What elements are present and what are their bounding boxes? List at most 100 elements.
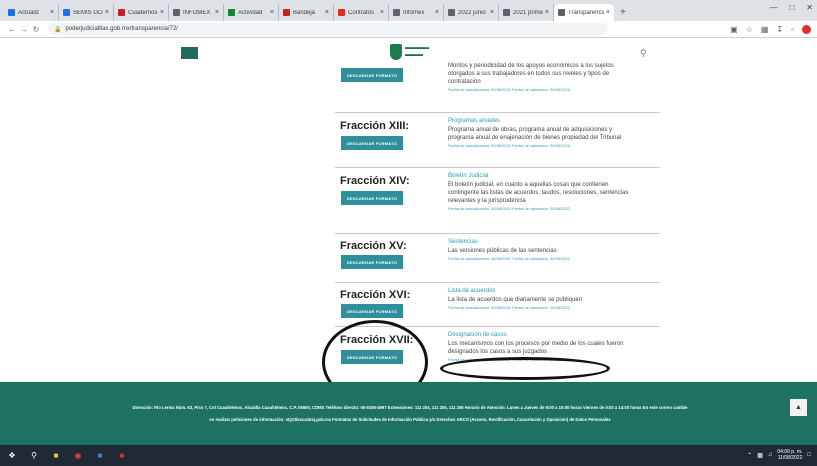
url-input[interactable]: 🔒 poderjudicialtlax.gob.mx/transparencia…: [48, 23, 608, 35]
network-icon[interactable]: ▩: [757, 452, 763, 459]
app-icon[interactable]: ■: [116, 450, 128, 462]
system-tray: ⌃ ▩ ♫ 04:00 p. m. 11/08/2022 □: [747, 449, 811, 461]
maximize-icon[interactable]: □: [789, 3, 794, 12]
tab-close-icon[interactable]: ×: [325, 9, 329, 16]
fraction-body-line: Los mecanismos con los procesos por medi…: [448, 341, 624, 347]
fraction-description: Sentencias Las versiones públicas de las …: [448, 238, 658, 263]
tab-label: Bandeja: [293, 9, 316, 16]
tab-favicon-icon: [393, 9, 400, 16]
address-bar: ← → ↻ 🔒 poderjudicialtlax.gob.mx/transpa…: [0, 21, 817, 38]
footer-address-line: Dirección: Rio Lerma Núm. 63, Piso 7, Co…: [132, 405, 688, 410]
browser-tab[interactable]: INFOMEX ×: [169, 4, 224, 21]
tab-favicon-icon: [173, 9, 180, 16]
tab-close-icon[interactable]: ×: [215, 9, 219, 16]
fraction-body-line: otorgados a sus trabajadores en todos su…: [448, 71, 610, 77]
browser-tab[interactable]: Contratos ×: [334, 4, 389, 21]
tab-favicon-icon: [283, 9, 290, 16]
new-tab-button[interactable]: +: [614, 4, 632, 21]
browser-tab-strip: Actualiz × SEMIS GO × Cuadernos × INFOMEX × Acti…: [0, 0, 817, 21]
download-format-button[interactable]: DESCARGAR FORMATO: [341, 304, 403, 318]
word-icon[interactable]: ■: [94, 450, 106, 462]
notifications-icon[interactable]: □: [807, 452, 811, 458]
tab-favicon-icon: [448, 9, 455, 16]
volume-icon[interactable]: ♫: [768, 452, 773, 458]
download-icon[interactable]: ↧: [776, 25, 783, 34]
tab-label: 2022 junio: [458, 9, 486, 16]
fraction-body-line: programa anual de enajenación de bienes …: [448, 135, 622, 141]
fraction-body-line: El boletín judicial, en cuanto a aquella…: [448, 182, 609, 188]
browser-tab[interactable]: Cuadernos ×: [114, 4, 169, 21]
fraction-description: Lista de acuerdos La lista de acuerdos qu…: [448, 287, 658, 312]
tab-close-icon[interactable]: ×: [380, 9, 384, 16]
tab-close-icon[interactable]: ×: [160, 9, 164, 16]
browser-tab[interactable]: Infomex ×: [389, 4, 444, 21]
fraction-body-line: Las versiones públicas de las sentencias: [448, 248, 557, 254]
fraction-link-title[interactable]: Boletín Judicial: [448, 172, 658, 181]
taskbar-clock[interactable]: 04:00 p. m. 11/08/2022: [777, 449, 802, 461]
star-icon[interactable]: ☆: [746, 25, 753, 34]
fraction-body-line: designados los casos a sus juzgados: [448, 349, 548, 355]
back-icon[interactable]: ←: [6, 25, 18, 34]
tab-close-icon[interactable]: ×: [50, 9, 54, 16]
download-format-button[interactable]: DESCARGAR FORMATO: [341, 191, 403, 205]
browser-tab[interactable]: Transparencia ×: [554, 4, 614, 21]
search-taskbar-icon[interactable]: ⚲: [28, 450, 40, 462]
reload-icon[interactable]: ↻: [30, 25, 42, 34]
tab-close-icon[interactable]: ×: [490, 9, 494, 16]
browser-tab[interactable]: Bandeja ×: [279, 4, 334, 21]
window-controls: — □ ✕: [769, 3, 813, 12]
browser-tab[interactable]: Actualiz ×: [4, 4, 59, 21]
chevron-up-tray-icon[interactable]: ⌃: [747, 452, 752, 459]
fraction-update-dates: Fecha de actualización: 30/06/2022 Fecha…: [448, 256, 571, 261]
url-text: poderjudicialtlax.gob.mx/transparencia/7…: [65, 26, 178, 32]
browser-tab[interactable]: SEMIS GO ×: [59, 4, 114, 21]
search-icon[interactable]: ⚲: [640, 48, 647, 59]
forward-icon[interactable]: →: [18, 25, 30, 34]
os-taskbar: ❖ ⚲ ■ ◉ ■ ■ ⌃ ▩ ♫ 04:00 p. m. 11/08/2022…: [0, 445, 817, 466]
chrome-icon[interactable]: ◉: [72, 450, 84, 462]
fraction-body-line: La lista de acuerdos que diariamente se …: [448, 297, 583, 303]
tab-close-icon[interactable]: ×: [606, 9, 610, 16]
fraction-row: Fracción XV: DESCARGAR FORMATO Sentencias L…: [335, 233, 660, 282]
sidepanel-icon[interactable]: ▫: [791, 25, 794, 34]
browser-tab[interactable]: 2021 primer ×: [499, 4, 554, 21]
puzzle-icon[interactable]: ▦: [761, 25, 769, 34]
fraction-update-dates: Fecha de actualización: 30/06/2022 Fecha…: [448, 143, 571, 148]
download-format-button[interactable]: DESCARGAR FORMATO: [341, 255, 403, 269]
fraction-body-line: relevantes y la jurisprudencia: [448, 198, 526, 204]
fraction-body-line: contratación: [448, 79, 481, 85]
fraction-link-title[interactable]: Programas anuales: [448, 117, 658, 126]
lock-icon: 🔒: [54, 26, 62, 33]
file-explorer-icon[interactable]: ■: [50, 450, 62, 462]
chevron-up-icon: ▲: [795, 404, 802, 411]
scroll-to-top-button[interactable]: ▲: [790, 399, 807, 416]
site-logo[interactable]: ▬▬▬▬ ▬▬▬: [390, 44, 429, 60]
close-window-icon[interactable]: ✕: [806, 3, 813, 12]
crest-icon: [390, 44, 402, 60]
fraction-link-title[interactable]: Sentencias: [448, 238, 658, 247]
tab-label: INFOMEX: [183, 9, 211, 16]
fraction-row: DESCARGAR FORMATO Montos y periodicidad d…: [335, 63, 660, 112]
tab-label: 2021 primer: [513, 9, 543, 16]
menu-button[interactable]: [181, 47, 198, 59]
tab-close-icon[interactable]: ×: [105, 9, 109, 16]
download-format-button[interactable]: DESCARGAR FORMATO: [341, 136, 403, 150]
download-format-button[interactable]: DESCARGAR FORMATO: [341, 68, 403, 82]
browser-tab[interactable]: 2022 junio ×: [444, 4, 499, 21]
windows-start-icon[interactable]: ❖: [6, 450, 18, 462]
fraction-link-title[interactable]: Designación de casos: [448, 331, 658, 340]
fraction-title: Fracción XVI:: [340, 289, 411, 301]
tab-close-icon[interactable]: ×: [435, 9, 439, 16]
fraction-title: Fracción XV:: [340, 240, 407, 252]
fraction-update-dates: Fecha de actualización: 30/06/2022 Fecha…: [448, 305, 571, 310]
minimize-icon[interactable]: —: [769, 3, 777, 12]
tab-close-icon[interactable]: ×: [270, 9, 274, 16]
browser-tab[interactable]: Actividad ×: [224, 4, 279, 21]
fraction-body-line: contingente las listas de acuerdos, laud…: [448, 190, 629, 196]
profile-avatar[interactable]: [802, 24, 811, 34]
extension-icon[interactable]: ▣: [730, 25, 738, 34]
fraction-link-title[interactable]: Lista de acuerdos: [448, 287, 658, 296]
tab-favicon-icon: [338, 9, 345, 16]
tab-close-icon[interactable]: ×: [545, 9, 549, 16]
fraction-title: Fracción XIII:: [340, 120, 410, 132]
